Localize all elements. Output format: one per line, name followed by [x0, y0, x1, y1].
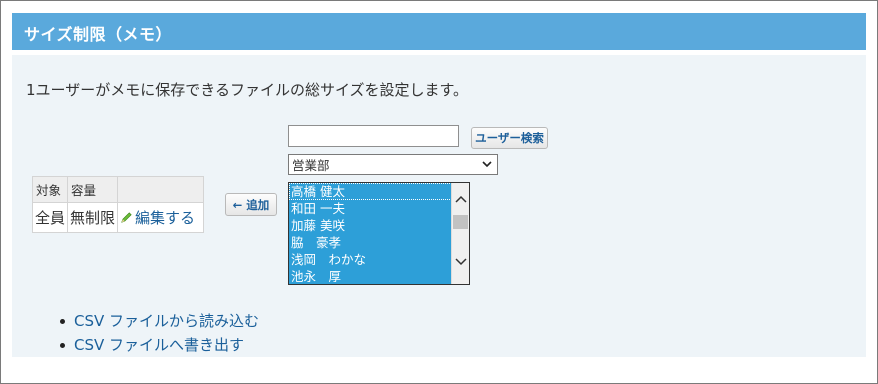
- scroll-up-icon[interactable]: [455, 195, 467, 204]
- description-text: 1ユーザーがメモに保存できるファイルの総サイズを設定します。: [26, 81, 468, 99]
- content-panel: 1ユーザーがメモに保存できるファイルの総サイズを設定します。 対象 容量 全員 …: [12, 55, 866, 357]
- list-item[interactable]: 和田 一夫: [289, 200, 452, 217]
- csv-export-link[interactable]: CSV ファイルへ書き出す: [60, 333, 259, 357]
- section-header: サイズ制限（メモ）: [12, 13, 866, 50]
- edit-link[interactable]: 編集する: [120, 207, 195, 228]
- table-row: 全員 無制限 編集する: [31, 202, 205, 233]
- table-header-row: 対象 容量: [31, 176, 205, 203]
- column-header-action: [117, 176, 205, 203]
- scroll-down-icon[interactable]: [455, 257, 467, 266]
- list-item[interactable]: 池永 厚: [289, 268, 452, 284]
- add-button[interactable]: ← 追加: [225, 193, 277, 216]
- list-item[interactable]: 浅岡 わかな: [289, 251, 452, 268]
- department-select[interactable]: 営業部: [288, 154, 498, 175]
- cell-target: 全員: [31, 202, 69, 233]
- list-item[interactable]: 加藤 美咲: [289, 217, 452, 234]
- section-title: サイズ制限（メモ）: [24, 25, 173, 44]
- size-limit-table: 対象 容量 全員 無制限 編集する: [31, 176, 205, 233]
- pencil-icon: [121, 212, 132, 223]
- chevron-down-icon: [482, 161, 492, 168]
- user-listbox[interactable]: 高橋 健太 和田 一夫 加藤 美咲 脇 豪孝 浅岡 わかな 池永 厚: [288, 182, 470, 285]
- department-select-value: 営業部: [292, 158, 330, 173]
- user-search-button[interactable]: ユーザー検索: [471, 127, 548, 149]
- column-header-target: 対象: [31, 176, 69, 203]
- scroll-thumb[interactable]: [453, 215, 468, 229]
- list-item[interactable]: 脇 豪孝: [289, 234, 452, 251]
- csv-import-link[interactable]: CSV ファイルから読み込む: [60, 309, 259, 333]
- cell-capacity: 無制限: [67, 202, 119, 233]
- listbox-scrollbar[interactable]: [451, 183, 469, 284]
- csv-links: CSV ファイルから読み込む CSV ファイルへ書き出す: [60, 309, 259, 357]
- settings-window: サイズ制限（メモ） 1ユーザーがメモに保存できるファイルの総サイズを設定します。…: [0, 0, 878, 384]
- user-search-input[interactable]: [288, 125, 459, 147]
- cell-action: 編集する: [117, 202, 205, 233]
- edit-link-label: 編集する: [135, 209, 196, 227]
- column-header-capacity: 容量: [67, 176, 119, 203]
- list-item[interactable]: 高橋 健太: [289, 183, 452, 200]
